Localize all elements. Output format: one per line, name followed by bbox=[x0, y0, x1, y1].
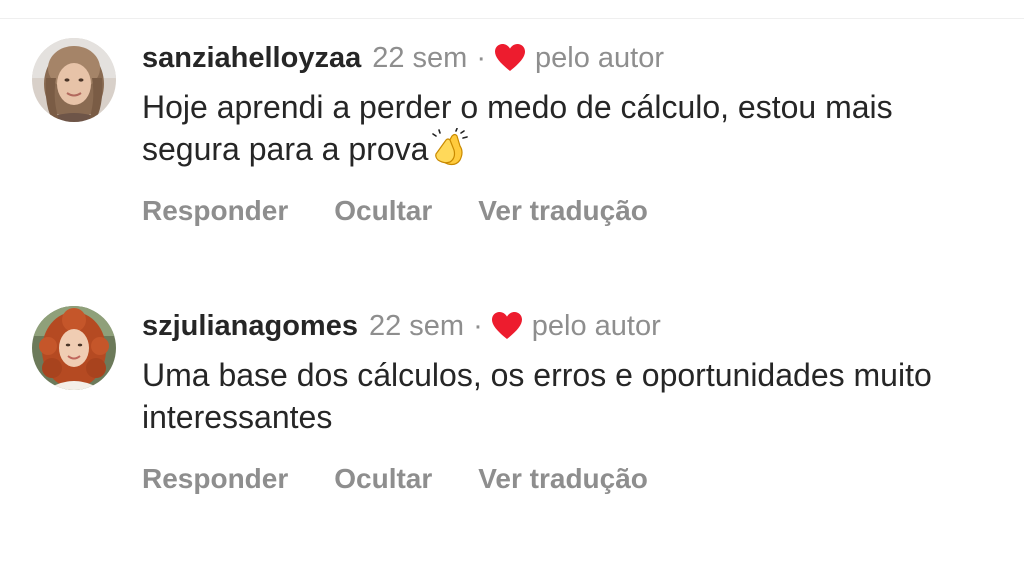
see-translation-button[interactable]: Ver tradução bbox=[478, 460, 648, 498]
comment-meta: szjulianagomes 22 sem · pelo autor bbox=[142, 306, 661, 346]
see-translation-button[interactable]: Ver tradução bbox=[478, 192, 648, 230]
top-divider bbox=[0, 18, 1024, 19]
avatar-photo bbox=[32, 38, 116, 122]
comment-body: Uma base dos cálculos, os erros e oportu… bbox=[142, 357, 932, 435]
clapping-hands-icon bbox=[430, 127, 470, 168]
timestamp[interactable]: 22 sem bbox=[369, 306, 464, 346]
username[interactable]: szjulianagomes bbox=[142, 306, 358, 346]
separator-dot: · bbox=[473, 310, 483, 342]
heart-icon bbox=[491, 311, 523, 341]
comment-actions: Responder Ocultar Ver tradução bbox=[142, 192, 648, 230]
comment-body: Hoje aprendi a perder o medo de cálculo,… bbox=[142, 89, 893, 167]
username[interactable]: sanziahelloyzaa bbox=[142, 38, 361, 78]
comment-actions: Responder Ocultar Ver tradução bbox=[142, 460, 648, 498]
avatar[interactable] bbox=[32, 38, 116, 122]
reply-button[interactable]: Responder bbox=[142, 460, 288, 498]
timestamp[interactable]: 22 sem bbox=[372, 38, 467, 78]
liked-by-author-label: pelo autor bbox=[535, 42, 664, 74]
avatar[interactable] bbox=[32, 306, 116, 390]
hide-button[interactable]: Ocultar bbox=[334, 460, 432, 498]
comment-text: Hoje aprendi a perder o medo de cálculo,… bbox=[142, 86, 992, 170]
comment-meta: sanziahelloyzaa 22 sem · pelo autor bbox=[142, 38, 664, 78]
separator-dot: · bbox=[476, 42, 486, 74]
hide-button[interactable]: Ocultar bbox=[334, 192, 432, 230]
liked-by-author-label: pelo autor bbox=[531, 310, 661, 342]
avatar-photo bbox=[32, 306, 116, 390]
reply-button[interactable]: Responder bbox=[142, 192, 288, 230]
comment-text: Uma base dos cálculos, os erros e oportu… bbox=[142, 354, 992, 438]
heart-icon bbox=[494, 43, 526, 73]
comments-page: sanziahelloyzaa 22 sem · pelo autor Hoje… bbox=[0, 0, 1024, 576]
